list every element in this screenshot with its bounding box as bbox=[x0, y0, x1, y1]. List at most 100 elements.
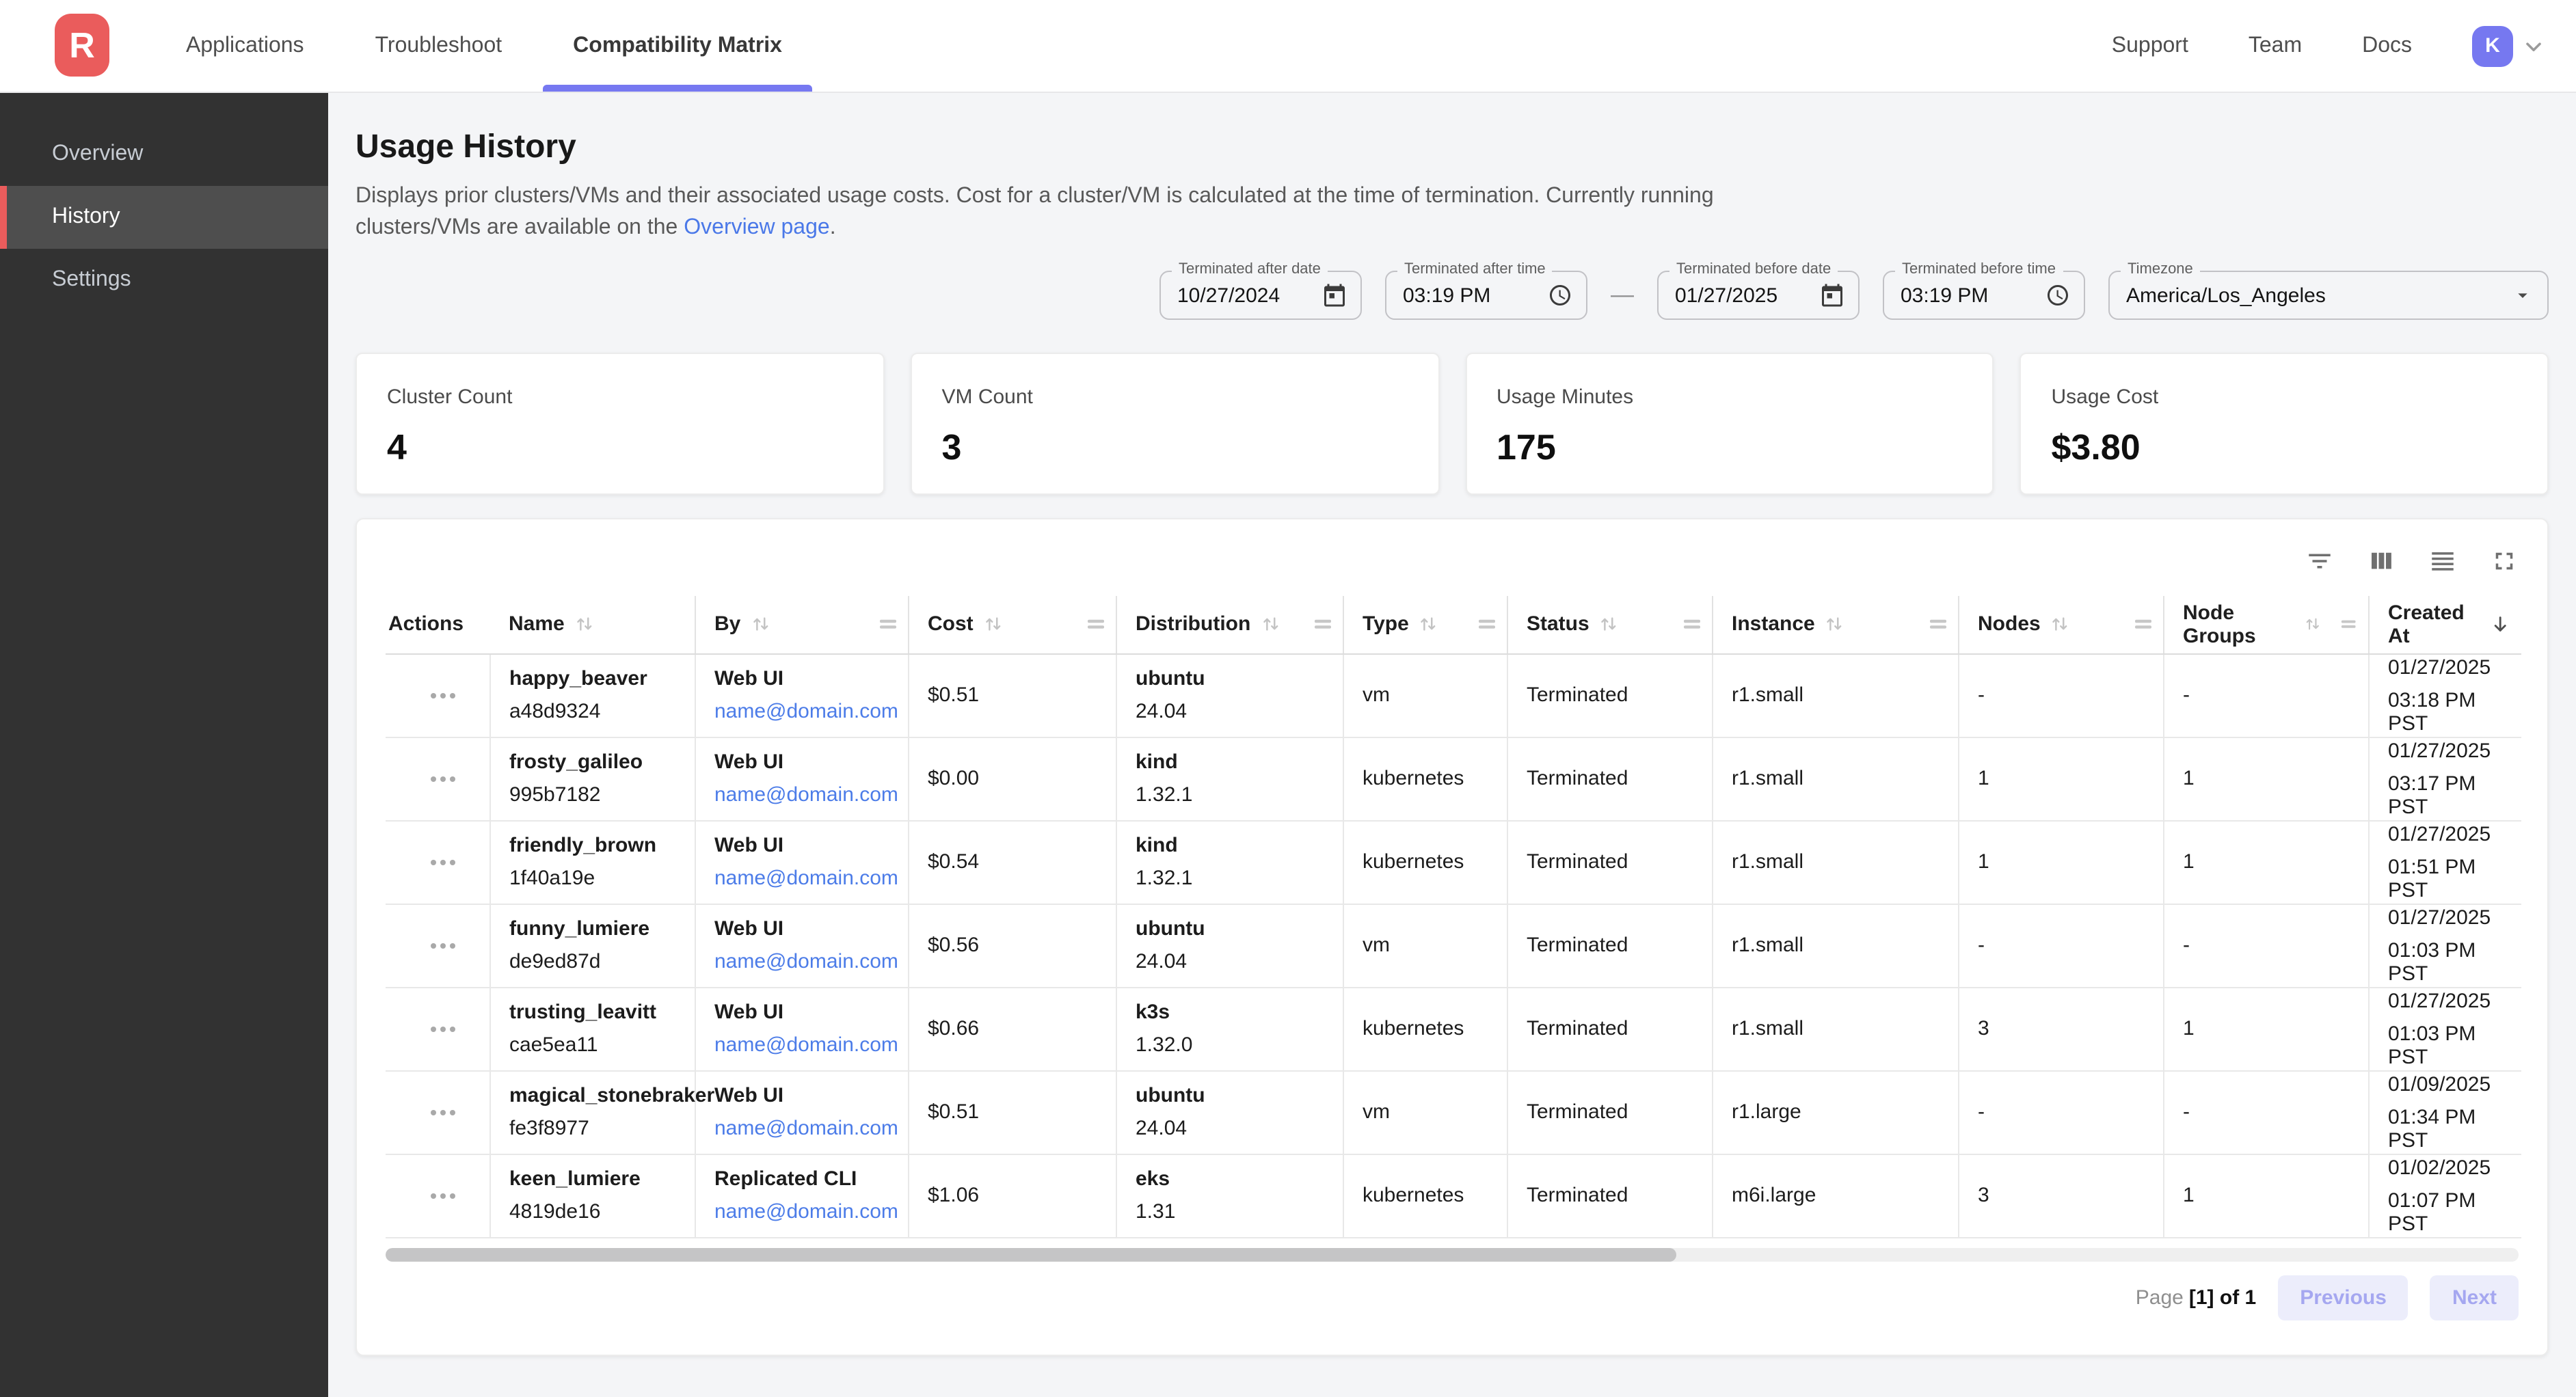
column-header-status[interactable]: Status bbox=[1507, 596, 1712, 653]
column-menu-icon[interactable] bbox=[1313, 616, 1331, 634]
distribution-version: 24.04 bbox=[1136, 1117, 1334, 1140]
avatar[interactable]: K bbox=[2472, 25, 2513, 66]
type-cell: vm bbox=[1343, 1070, 1507, 1154]
created-by-email-link[interactable]: name@domain.com bbox=[714, 950, 898, 973]
row-actions-menu-icon[interactable] bbox=[405, 942, 481, 948]
row-actions-menu-icon[interactable] bbox=[405, 692, 481, 698]
row-actions-menu-icon[interactable] bbox=[405, 1193, 481, 1198]
fullscreen-icon[interactable] bbox=[2490, 546, 2519, 575]
column-menu-icon[interactable] bbox=[1929, 616, 1946, 634]
sort-arrows-icon[interactable] bbox=[983, 614, 1004, 635]
column-header-cost[interactable]: Cost bbox=[908, 596, 1116, 653]
replicated-logo[interactable]: R bbox=[55, 14, 109, 77]
nav-tab-troubleshoot[interactable]: Troubleshoot bbox=[340, 0, 538, 92]
density-icon[interactable] bbox=[2428, 546, 2457, 575]
column-menu-icon[interactable] bbox=[1477, 616, 1495, 634]
row-actions-menu-icon[interactable] bbox=[405, 776, 481, 781]
nav-link-team[interactable]: Team bbox=[2249, 33, 2302, 58]
column-header-by[interactable]: By bbox=[695, 596, 908, 653]
timezone-select[interactable]: Timezone America/Los_Angeles bbox=[2108, 271, 2549, 320]
distribution-version: 24.04 bbox=[1136, 950, 1334, 973]
terminated-after-date-field[interactable]: Terminated after date 10/27/2024 bbox=[1159, 271, 1362, 320]
created-by-email-link[interactable]: name@domain.com bbox=[714, 1200, 898, 1223]
instance-cell: r1.small bbox=[1712, 653, 1958, 737]
sort-arrows-icon[interactable] bbox=[2305, 614, 2322, 635]
table-row: frosty_galileo995b7182Web UIname@domain.… bbox=[386, 737, 2521, 820]
created-by-email-link[interactable]: name@domain.com bbox=[714, 1033, 898, 1057]
terminated-after-time-field[interactable]: Terminated after time 03:19 PM bbox=[1385, 271, 1587, 320]
sort-arrows-icon[interactable] bbox=[574, 614, 595, 635]
main-content: Usage History Displays prior clusters/VM… bbox=[328, 93, 2576, 1397]
nav-link-support[interactable]: Support bbox=[2112, 33, 2188, 58]
nav-link-docs[interactable]: Docs bbox=[2362, 33, 2412, 58]
column-header-node-groups[interactable]: Node Groups bbox=[2163, 596, 2368, 653]
chevron-down-icon[interactable] bbox=[2521, 33, 2546, 58]
actions-cell bbox=[386, 904, 489, 987]
user-menu[interactable]: K bbox=[2472, 25, 2546, 66]
name-cell: keen_lumiere4819de16 bbox=[489, 1154, 695, 1237]
nodes-cell: - bbox=[1958, 1070, 2163, 1154]
created-by-email-link[interactable]: name@domain.com bbox=[714, 867, 898, 890]
sort-arrows-icon[interactable] bbox=[1599, 614, 1620, 635]
created-time: 03:17 PM PST bbox=[2388, 772, 2513, 818]
previous-page-button[interactable]: Previous bbox=[2278, 1275, 2409, 1320]
calendar-icon[interactable] bbox=[1322, 283, 1347, 308]
status-cell: Terminated bbox=[1507, 987, 1712, 1070]
column-header-created-at[interactable]: Created At bbox=[2368, 596, 2521, 653]
column-menu-icon[interactable] bbox=[2342, 616, 2357, 634]
sort-desc-icon[interactable] bbox=[2490, 613, 2510, 636]
column-header-name[interactable]: Name bbox=[489, 596, 695, 653]
created-by-email-link[interactable]: name@domain.com bbox=[714, 700, 898, 723]
stat-card-usage-minutes: Usage Minutes 175 bbox=[1465, 353, 1994, 495]
column-menu-icon[interactable] bbox=[1682, 616, 1700, 634]
range-separator: — bbox=[1611, 282, 1634, 309]
filter-icon[interactable] bbox=[2305, 546, 2334, 575]
nav-tab-applications[interactable]: Applications bbox=[150, 0, 340, 92]
column-header-instance[interactable]: Instance bbox=[1712, 596, 1958, 653]
created-by-email-link[interactable]: name@domain.com bbox=[714, 783, 898, 806]
column-header-nodes[interactable]: Nodes bbox=[1958, 596, 2163, 653]
column-header-type[interactable]: Type bbox=[1343, 596, 1507, 653]
row-actions-menu-icon[interactable] bbox=[405, 1109, 481, 1115]
nav-tab-compatibility-matrix[interactable]: Compatibility Matrix bbox=[537, 0, 818, 92]
clock-icon[interactable] bbox=[2045, 283, 2070, 308]
row-actions-menu-icon[interactable] bbox=[405, 1026, 481, 1031]
table-row: friendly_brown1f40a19eWeb UIname@domain.… bbox=[386, 820, 2521, 904]
cost-cell: $1.06 bbox=[908, 1154, 1116, 1237]
sort-arrows-icon[interactable] bbox=[1419, 614, 1439, 635]
columns-icon[interactable] bbox=[2367, 546, 2396, 575]
created-by-email-link[interactable]: name@domain.com bbox=[714, 1117, 898, 1140]
clock-icon[interactable] bbox=[1548, 283, 1572, 308]
sort-arrows-icon[interactable] bbox=[1260, 614, 1280, 635]
cost-cell: $0.51 bbox=[908, 1070, 1116, 1154]
horizontal-scrollbar-thumb[interactable] bbox=[386, 1247, 1676, 1261]
sidebar-item-settings[interactable]: Settings bbox=[0, 249, 328, 312]
distribution-cell: kind1.32.1 bbox=[1116, 820, 1343, 904]
column-menu-icon[interactable] bbox=[878, 616, 896, 634]
calendar-icon[interactable] bbox=[1820, 283, 1844, 308]
type-cell: vm bbox=[1343, 653, 1507, 737]
overview-page-link[interactable]: Overview page bbox=[684, 216, 829, 239]
sidebar-item-history[interactable]: History bbox=[0, 186, 328, 249]
type-cell: vm bbox=[1343, 904, 1507, 987]
column-menu-icon[interactable] bbox=[2134, 616, 2151, 634]
created-date: 01/27/2025 bbox=[2388, 822, 2513, 845]
sort-arrows-icon[interactable] bbox=[750, 614, 770, 635]
secondary-nav: Support Team Docs K bbox=[2112, 0, 2576, 92]
dropdown-caret-icon[interactable] bbox=[2512, 284, 2534, 306]
row-actions-menu-icon[interactable] bbox=[405, 859, 481, 865]
by-cell: Web UIname@domain.com bbox=[695, 737, 908, 820]
column-label: Type bbox=[1363, 613, 1409, 636]
terminated-before-date-field[interactable]: Terminated before date 01/27/2025 bbox=[1657, 271, 1860, 320]
node-groups-cell: 1 bbox=[2163, 820, 2368, 904]
column-menu-icon[interactable] bbox=[1086, 616, 1104, 634]
terminated-before-time-field[interactable]: Terminated before time 03:19 PM bbox=[1883, 271, 2085, 320]
sort-arrows-icon[interactable] bbox=[2050, 614, 2071, 635]
column-header-distribution[interactable]: Distribution bbox=[1116, 596, 1343, 653]
sort-arrows-icon[interactable] bbox=[1825, 614, 1845, 635]
created-at-cell: 01/27/202503:18 PM PST bbox=[2368, 653, 2521, 737]
sidebar-item-overview[interactable]: Overview bbox=[0, 123, 328, 186]
next-page-button[interactable]: Next bbox=[2430, 1275, 2519, 1320]
horizontal-scrollbar-track[interactable] bbox=[386, 1247, 2519, 1261]
cluster-name: happy_beaver bbox=[509, 667, 686, 690]
